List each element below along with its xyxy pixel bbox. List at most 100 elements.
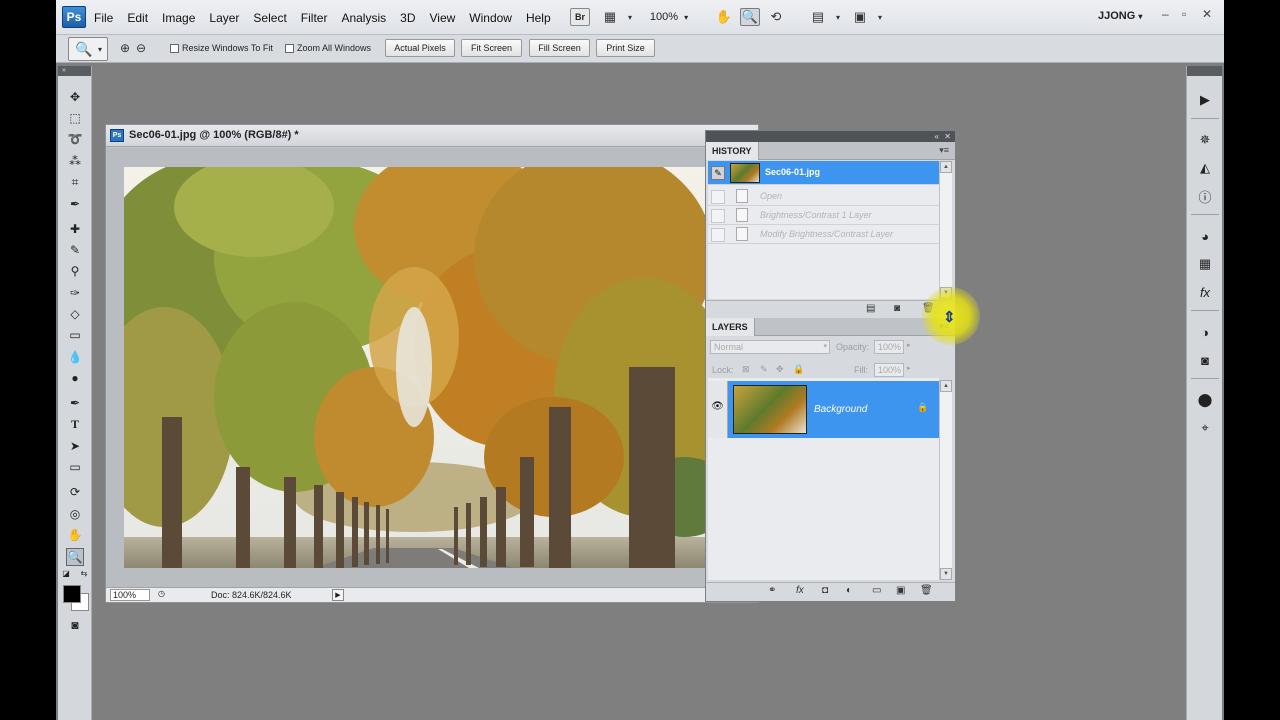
history-state-open[interactable]: Open: [708, 187, 939, 206]
new-layer-icon[interactable]: ▣: [896, 585, 905, 596]
actions-panel-icon[interactable]: ▶: [1195, 90, 1215, 110]
restore-button[interactable]: ▫: [1182, 7, 1186, 21]
fill-field[interactable]: 100%: [874, 363, 904, 377]
arrange-documents-icon[interactable]: ▤: [808, 8, 828, 26]
histogram-panel-icon[interactable]: ◭: [1195, 158, 1215, 178]
clone-stamp-tool-icon[interactable]: ⚲: [66, 262, 84, 280]
delete-layer-icon[interactable]: 🗑: [920, 585, 933, 596]
3d-rotate-tool-icon[interactable]: ⟳: [66, 483, 84, 501]
new-group-icon[interactable]: ▭: [872, 585, 881, 596]
blend-mode-select[interactable]: Normal ▾: [710, 340, 830, 354]
link-layers-icon[interactable]: ⚭: [768, 585, 776, 596]
actual-pixels-button[interactable]: Actual Pixels: [385, 39, 455, 57]
zoom-in-icon[interactable]: ⊕: [120, 41, 130, 55]
menu-3d[interactable]: 3D: [400, 11, 415, 25]
arrange-dropdown-icon[interactable]: ▾: [828, 8, 848, 26]
photo-canvas[interactable]: [124, 167, 706, 568]
type-tool-icon[interactable]: T: [66, 415, 84, 433]
navigator-panel-icon[interactable]: ✵: [1195, 130, 1215, 150]
blur-tool-icon[interactable]: 💧: [66, 348, 84, 366]
menu-window[interactable]: Window: [469, 11, 512, 25]
minimize-button[interactable]: –: [1162, 7, 1169, 21]
history-panel-menu-icon[interactable]: ▾≡: [939, 145, 949, 156]
lock-all-icon[interactable]: 🔒: [793, 364, 804, 375]
layer-style-icon[interactable]: fx: [796, 585, 804, 596]
screen-mode-dropdown-icon[interactable]: ▾: [870, 8, 890, 26]
lasso-tool-icon[interactable]: ➰: [66, 130, 84, 148]
swatches-panel-icon[interactable]: ▦: [1195, 254, 1215, 274]
status-menu-arrow[interactable]: ▶: [332, 589, 344, 601]
zoom-level-field[interactable]: 100% ▾: [646, 8, 692, 26]
swap-colors-icon[interactable]: ⇆: [78, 568, 90, 578]
paths-panel-icon[interactable]: ⌖: [1195, 418, 1215, 438]
scroll-down-icon[interactable]: ▼: [940, 568, 952, 580]
lock-position-icon[interactable]: ✥: [776, 364, 784, 375]
dock-collapse-icon[interactable]: [1187, 66, 1222, 76]
hand-tool-icon-left[interactable]: ✋: [66, 526, 84, 544]
new-snapshot-icon[interactable]: ◙: [894, 303, 900, 314]
print-size-button[interactable]: Print Size: [596, 39, 655, 57]
panel-close-icon[interactable]: ✕: [944, 131, 951, 142]
zoom-all-windows-checkbox[interactable]: Zoom All Windows: [285, 43, 371, 53]
close-button[interactable]: ✕: [1202, 7, 1212, 21]
screen-mode-icon[interactable]: ▣: [850, 8, 870, 26]
menu-layer[interactable]: Layer: [209, 11, 239, 25]
shape-tool-icon[interactable]: ▭: [66, 458, 84, 476]
layers-scrollbar[interactable]: ▲ ▼: [939, 380, 952, 580]
bridge-button[interactable]: Br: [570, 8, 590, 26]
new-document-from-state-icon[interactable]: ▤: [866, 303, 875, 314]
scroll-up-icon[interactable]: ▲: [940, 380, 952, 392]
rotate-view-icon[interactable]: ⟲: [766, 8, 786, 26]
3d-orbit-tool-icon[interactable]: ◎: [66, 505, 84, 523]
history-state-modify[interactable]: Modify Brightness/Contrast Layer: [708, 225, 939, 244]
menu-filter[interactable]: Filter: [301, 11, 328, 25]
path-selection-tool-icon[interactable]: ➤: [66, 437, 84, 455]
layer-background[interactable]: 👁 Background 🔒: [708, 381, 939, 438]
lock-transparent-icon[interactable]: ⊠: [742, 364, 750, 375]
view-extras-icon[interactable]: ▦: [600, 8, 620, 26]
history-scrollbar[interactable]: ▲ ▼: [939, 161, 952, 299]
history-snapshot[interactable]: ✎ Sec06-01.jpg: [708, 161, 939, 185]
quick-selection-tool-icon[interactable]: ⁂: [66, 152, 84, 170]
fill-screen-button[interactable]: Fill Screen: [529, 39, 590, 57]
opacity-slider-icon[interactable]: ▸: [907, 341, 911, 349]
brush-tool-icon[interactable]: ✎: [66, 241, 84, 259]
history-brush-source-icon[interactable]: ✎: [711, 166, 725, 180]
opacity-field[interactable]: 100%: [874, 340, 904, 354]
panel-collapse-icon[interactable]: «: [935, 131, 939, 142]
menu-file[interactable]: File: [94, 11, 113, 25]
dodge-tool-icon[interactable]: ●: [66, 369, 84, 387]
resize-windows-checkbox[interactable]: Resize Windows To Fit: [170, 43, 273, 53]
status-zoom-field[interactable]: 100%: [110, 589, 150, 601]
view-extras-dropdown-icon[interactable]: ▾: [620, 8, 640, 26]
menu-select[interactable]: Select: [253, 11, 286, 25]
foreground-color-swatch[interactable]: [63, 585, 81, 603]
history-brush-tool-icon[interactable]: ✑: [66, 284, 84, 302]
canvas-area[interactable]: [106, 148, 758, 587]
info-panel-icon[interactable]: ⓘ: [1195, 186, 1215, 206]
zoom-out-icon[interactable]: ⊖: [136, 41, 146, 55]
scroll-up-icon[interactable]: ▲: [940, 161, 952, 173]
eyedropper-tool-icon[interactable]: ✒: [66, 195, 84, 213]
tool-preset-picker[interactable]: 🔍 ▾: [68, 37, 108, 61]
history-state-checkbox[interactable]: [711, 228, 725, 242]
history-state-brightness[interactable]: Brightness/Contrast 1 Layer: [708, 206, 939, 225]
lock-image-icon[interactable]: ✎: [760, 364, 768, 375]
adjustments-panel-icon[interactable]: ◑: [1195, 322, 1215, 342]
history-state-checkbox[interactable]: [711, 209, 725, 223]
zoom-tool-icon-left[interactable]: 🔍: [66, 548, 84, 566]
crop-tool-icon[interactable]: ⌗: [66, 173, 84, 191]
styles-panel-icon[interactable]: fx: [1195, 282, 1215, 302]
masks-panel-icon[interactable]: ◙: [1195, 350, 1215, 370]
workspace-user[interactable]: JJONG ▾: [1098, 10, 1142, 22]
marquee-tool-icon[interactable]: ⬚: [66, 109, 84, 127]
eraser-tool-icon[interactable]: ◇: [66, 305, 84, 323]
history-state-checkbox[interactable]: [711, 190, 725, 204]
document-title-bar[interactable]: Ps Sec06-01.jpg @ 100% (RGB/8#) *: [106, 125, 758, 147]
channels-panel-icon[interactable]: ⬤: [1195, 390, 1215, 410]
pen-tool-icon[interactable]: ✒: [66, 394, 84, 412]
menu-edit[interactable]: Edit: [127, 11, 148, 25]
tab-history[interactable]: HISTORY: [706, 142, 759, 160]
menu-help[interactable]: Help: [526, 11, 551, 25]
fit-screen-button[interactable]: Fit Screen: [461, 39, 522, 57]
